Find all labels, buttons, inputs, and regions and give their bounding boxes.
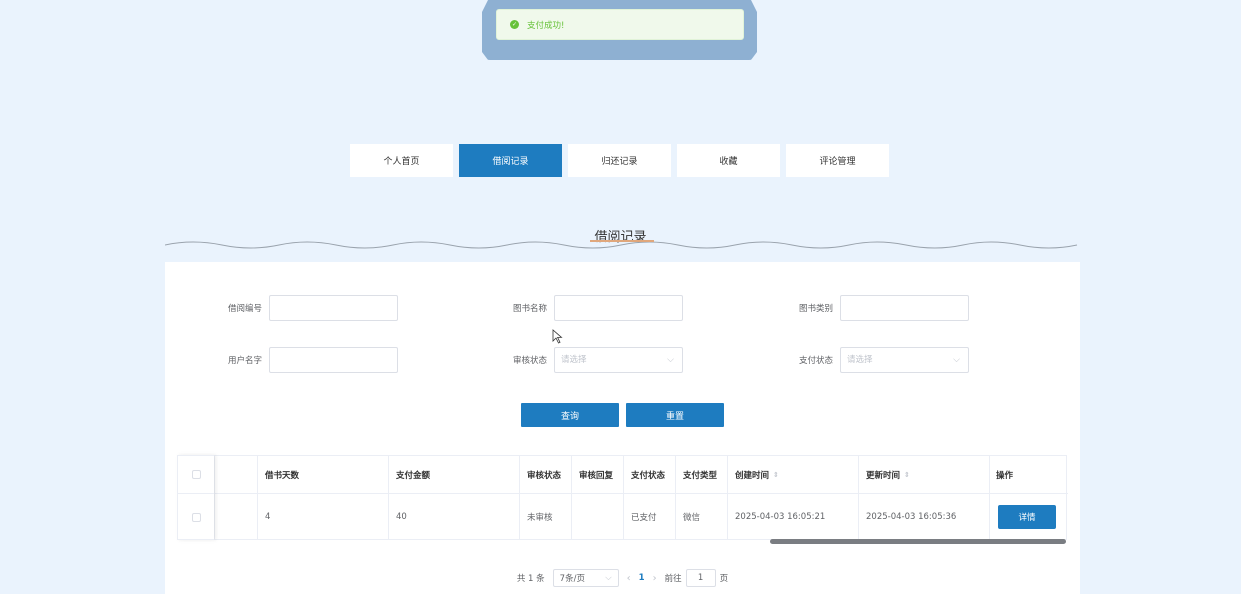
- pay-type-header: 支付类型: [676, 456, 728, 494]
- pay-status-placeholder: 请选择: [847, 355, 873, 365]
- tab-return-records[interactable]: 归还记录: [568, 144, 671, 177]
- chevron-down-icon: ⌵: [605, 573, 612, 583]
- goto-prefix: 前往: [664, 574, 682, 584]
- book-category-label: 图书类别: [798, 304, 833, 314]
- pay-status-cell: 已支付: [624, 494, 676, 540]
- amount-header: 支付金额: [389, 456, 520, 494]
- created-cell: 2025-04-03 16:05:21: [728, 494, 859, 540]
- title-underline: [590, 240, 654, 242]
- user-center-tabs: 个人首页 借阅记录 归还记录 收藏 评论管理: [350, 144, 889, 177]
- review-status-label: 审核状态: [512, 356, 547, 366]
- tab-comment-management[interactable]: 评论管理: [786, 144, 889, 177]
- reset-button[interactable]: 重置: [626, 403, 724, 427]
- pay-status-select[interactable]: 请选择 ⌵: [840, 347, 969, 373]
- borrow-no-input[interactable]: [269, 295, 398, 321]
- borrow-records-panel: 借阅编号 图书名称 图书类别 用户名字 审核状态 请选择 ⌵ 支付状态 请选择 …: [165, 262, 1080, 594]
- user-name-input[interactable]: [269, 347, 398, 373]
- pagination-total: 共 1 条: [516, 574, 545, 584]
- sort-icon[interactable]: ⇕: [904, 471, 910, 479]
- tab-home[interactable]: 个人首页: [350, 144, 453, 177]
- updated-cell: 2025-04-03 16:05:36: [859, 494, 990, 540]
- page-number-current[interactable]: 1: [639, 573, 645, 583]
- goto-page-input[interactable]: 1: [685, 569, 716, 587]
- review-status-cell: 未审核: [520, 494, 572, 540]
- detail-button[interactable]: 详情: [998, 505, 1056, 529]
- days-cell: 4: [258, 494, 389, 540]
- borrow-no-label: 借阅编号: [227, 304, 262, 314]
- index-cell: [215, 494, 258, 540]
- check-circle-icon: ✓: [510, 20, 519, 29]
- book-name-label: 图书名称: [512, 304, 547, 314]
- goto-suffix: 页: [719, 574, 729, 584]
- page-size-value: 7条/页: [559, 574, 585, 584]
- chevron-down-icon: ⌵: [953, 355, 960, 365]
- tab-favorites[interactable]: 收藏: [677, 144, 780, 177]
- review-status-select[interactable]: 请选择 ⌵: [554, 347, 683, 373]
- book-category-input[interactable]: [840, 295, 969, 321]
- days-header: 借书天数: [258, 456, 389, 494]
- next-page-icon[interactable]: ›: [653, 573, 657, 584]
- mouse-cursor-icon: [552, 329, 563, 344]
- book-name-input[interactable]: [554, 295, 683, 321]
- review-reply-cell: [572, 494, 624, 540]
- chevron-down-icon: ⌵: [667, 355, 674, 365]
- pagination: 共 1 条 7条/页 ⌵ ‹ 1 › 前往 1 页: [165, 569, 1080, 587]
- pay-status-header: 支付状态: [624, 456, 676, 494]
- page-size-select[interactable]: 7条/页 ⌵: [552, 569, 619, 587]
- created-header[interactable]: 创建时间 ⇕: [728, 456, 859, 494]
- user-name-label: 用户名字: [227, 356, 262, 366]
- action-cell: 详情: [990, 494, 1068, 540]
- action-header: 操作: [990, 456, 1068, 494]
- updated-header-label: 更新时间: [866, 470, 901, 481]
- review-status-header: 审核状态: [520, 456, 572, 494]
- updated-header[interactable]: 更新时间 ⇕: [859, 456, 990, 494]
- borrow-records-table: 借书天数 支付金额 审核状态 审核回复 支付状态 支付类型 创建时间 ⇕ 更新时…: [177, 455, 1068, 540]
- tab-borrow-records[interactable]: 借阅记录: [459, 144, 562, 177]
- pay-type-cell: 微信: [676, 494, 728, 540]
- created-header-label: 创建时间: [735, 470, 770, 481]
- toast-message: 支付成功!: [527, 20, 565, 31]
- query-button[interactable]: 查询: [521, 403, 619, 427]
- amount-cell: 40: [389, 494, 520, 540]
- review-reply-header: 审核回复: [572, 456, 624, 494]
- fixed-column-shadow: [177, 455, 214, 540]
- success-toast: ✓ 支付成功!: [496, 9, 744, 40]
- index-header: [215, 456, 258, 494]
- sort-icon[interactable]: ⇕: [773, 471, 779, 479]
- review-status-placeholder: 请选择: [561, 355, 587, 365]
- horizontal-scrollbar[interactable]: [770, 539, 1066, 544]
- pay-status-label: 支付状态: [798, 356, 833, 366]
- prev-page-icon[interactable]: ‹: [627, 573, 631, 584]
